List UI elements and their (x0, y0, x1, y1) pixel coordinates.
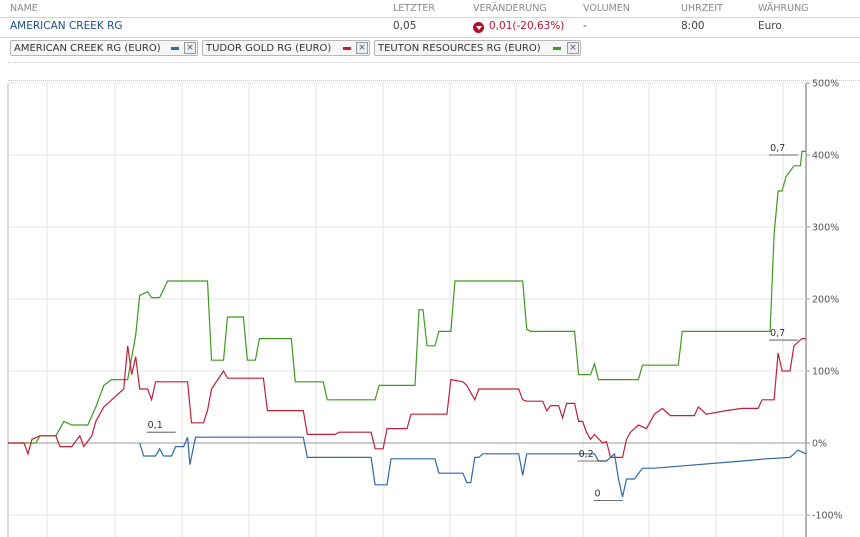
annotation-label: 0 (595, 489, 601, 500)
plot-area (8, 83, 806, 537)
y-tick-label: 300% (812, 223, 839, 234)
y-tick-label: 200% (812, 295, 839, 306)
annotation-label: 0,7 (770, 328, 785, 339)
annotation-label: 0,1 (148, 420, 163, 431)
y-tick-label: 0% (812, 439, 827, 450)
y-tick-label: 400% (812, 151, 839, 162)
comparison-chart[interactable]: 500% 400% 300% 200% 100% 0% -100% 0,7 0,7 0,1 0,2 0 (0, 0, 860, 537)
annotation-label: 0,2 (579, 449, 594, 460)
y-tick-label: 100% (812, 367, 839, 378)
y-tick-label: 500% (812, 79, 839, 90)
y-tick-label: -100% (812, 511, 843, 522)
annotation-label: 0,7 (770, 143, 785, 154)
